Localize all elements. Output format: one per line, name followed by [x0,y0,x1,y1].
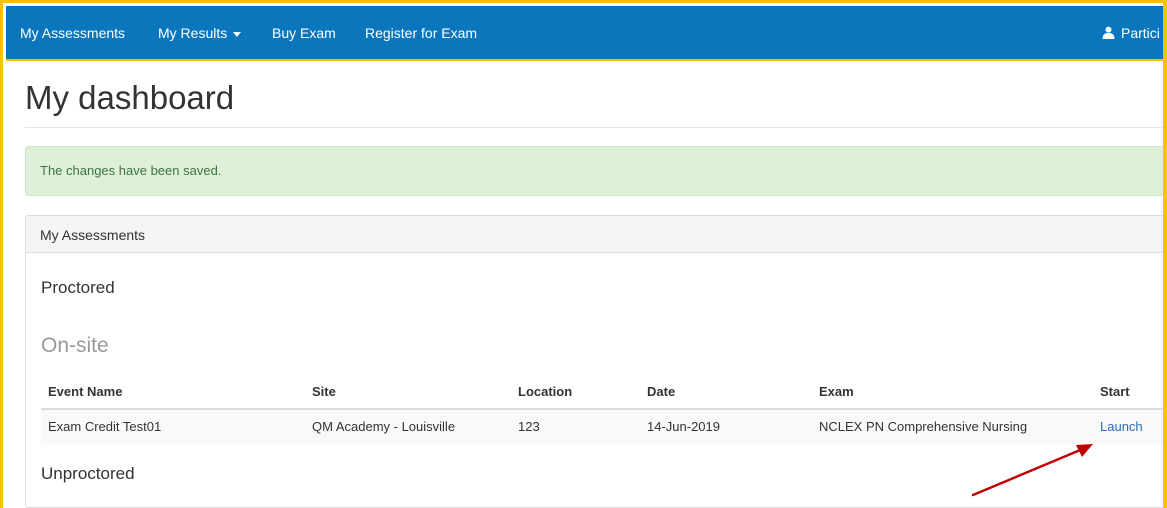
column-header-location: Location [518,384,573,399]
success-alert-message: The changes have been saved. [40,163,222,178]
caret-down-icon [233,31,242,37]
proctored-heading: Proctored [41,278,115,297]
cell-location: 123 [518,419,540,434]
onsite-heading: On-site [41,334,109,357]
nav-register-for-exam[interactable]: Register for Exam [365,25,477,41]
cell-exam: NCLEX PN Comprehensive Nursing [819,419,1028,434]
success-alert: The changes have been saved. [25,146,1167,196]
screenshot-frame: My Assessments My Results Buy Exam Regis… [0,0,1167,508]
nav-my-assessments[interactable]: My Assessments [20,25,125,41]
column-header-exam: Exam [819,384,854,399]
nav-my-results-label: My Results [158,25,228,41]
nav-buy-exam[interactable]: Buy Exam [272,25,336,41]
panel-heading: My Assessments [26,216,1167,253]
column-header-start: Start [1100,384,1130,399]
unproctored-heading: Unproctored [41,464,135,483]
panel-heading-title: My Assessments [40,227,146,243]
nav-register-for-exam-label: Register for Exam [365,25,478,41]
nav-buy-exam-label: Buy Exam [272,25,336,41]
title-divider [25,127,1167,128]
arrow-icon [971,444,1093,497]
cell-site: QM Academy - Louisville [312,419,456,434]
column-header-event-name: Event Name [48,384,123,399]
frame-right-border [1163,0,1167,508]
top-navbar: My Assessments My Results Buy Exam Regis… [6,6,1167,61]
cell-event-name: Exam Credit Test01 [48,419,162,434]
nav-user-menu[interactable]: Partici [1102,25,1160,41]
nav-my-results[interactable]: My Results [158,25,242,41]
nav-my-assessments-label: My Assessments [20,25,126,41]
column-header-site: Site [312,384,336,399]
launch-link[interactable]: Launch [1100,419,1143,434]
column-header-date: Date [647,384,676,399]
cell-date: 14-Jun-2019 [647,419,720,434]
user-icon [1102,26,1115,39]
page-title: My dashboard [25,79,235,116]
nav-user-label: Partici [1121,25,1160,41]
